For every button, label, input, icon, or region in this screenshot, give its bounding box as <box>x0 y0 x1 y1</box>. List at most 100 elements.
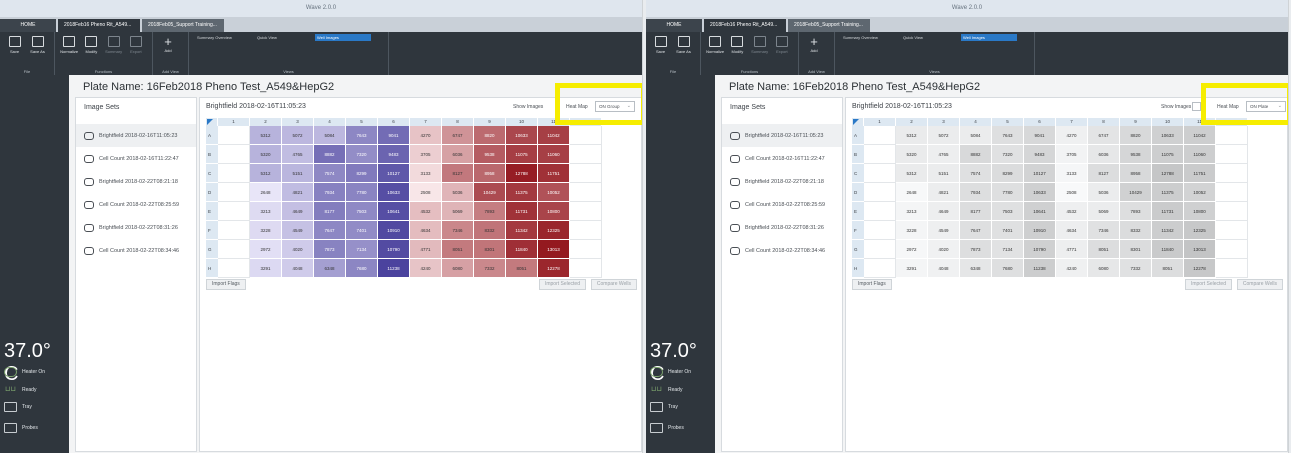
row-header[interactable]: E <box>206 202 218 221</box>
view-option-1[interactable]: Quick View <box>255 34 311 41</box>
well-cell[interactable]: 7934 <box>314 183 346 202</box>
well-cell[interactable]: 7574 <box>314 164 346 183</box>
modify-button[interactable]: Modify <box>727 36 747 54</box>
well-cell[interactable] <box>1216 259 1248 278</box>
well-cell[interactable]: 7934 <box>960 183 992 202</box>
well-cell[interactable]: 5084 <box>960 126 992 145</box>
well-cell[interactable] <box>218 202 250 221</box>
modify-button[interactable]: Modify <box>81 36 101 54</box>
image-set-item[interactable]: Brightfield 2018-02-22T08:31:26 <box>722 216 842 239</box>
well-cell[interactable]: 7503 <box>346 202 378 221</box>
sidebar-status-1[interactable]: ⊔⊔ Ready <box>650 385 682 395</box>
well-cell[interactable]: 4821 <box>282 183 314 202</box>
well-cell[interactable]: 12788 <box>506 164 538 183</box>
column-header[interactable]: 4 <box>960 118 992 126</box>
well-cell[interactable]: 10790 <box>1024 240 1056 259</box>
well-cell[interactable]: 7320 <box>346 145 378 164</box>
column-header[interactable]: 6 <box>1024 118 1056 126</box>
well-cell[interactable]: 11238 <box>378 259 410 278</box>
well-cell[interactable]: 4634 <box>1056 221 1088 240</box>
summary-button[interactable]: Summary <box>104 36 124 54</box>
well-cell[interactable]: 5312 <box>250 126 282 145</box>
well-cell[interactable]: 4649 <box>282 202 314 221</box>
show-images-checkbox[interactable] <box>1192 102 1201 111</box>
well-cell[interactable]: 9041 <box>1024 126 1056 145</box>
well-cell[interactable]: 4771 <box>410 240 442 259</box>
well-cell[interactable]: 12325 <box>538 221 570 240</box>
row-header[interactable]: D <box>852 183 864 202</box>
sidebar-status-1[interactable]: ⊔⊔ Ready <box>4 385 36 395</box>
well-cell[interactable] <box>864 202 896 221</box>
import-selected-button[interactable]: Import Selected <box>538 279 586 290</box>
well-cell[interactable]: 2972 <box>896 240 928 259</box>
well-cell[interactable]: 6080 <box>442 259 474 278</box>
well-cell[interactable]: 8882 <box>960 145 992 164</box>
well-cell[interactable]: 10641 <box>378 202 410 221</box>
well-cell[interactable]: 9538 <box>1120 145 1152 164</box>
well-cell[interactable]: 4634 <box>410 221 442 240</box>
well-cell[interactable]: 10633 <box>1024 183 1056 202</box>
well-cell[interactable] <box>570 126 602 145</box>
well-cell[interactable] <box>570 183 602 202</box>
well-cell[interactable] <box>864 221 896 240</box>
well-cell[interactable]: 8127 <box>442 164 474 183</box>
well-cell[interactable]: 12278 <box>538 259 570 278</box>
well-cell[interactable] <box>864 126 896 145</box>
well-cell[interactable]: 4240 <box>1056 259 1088 278</box>
well-cell[interactable]: 5320 <box>896 145 928 164</box>
select-all-corner[interactable] <box>852 118 864 126</box>
well-cell[interactable]: 10633 <box>378 183 410 202</box>
well-cell[interactable]: 6348 <box>960 259 992 278</box>
row-header[interactable]: F <box>206 221 218 240</box>
well-cell[interactable] <box>1216 240 1248 259</box>
well-cell[interactable]: 6036 <box>1088 145 1120 164</box>
well-cell[interactable]: 12325 <box>1184 221 1216 240</box>
column-header[interactable]: 2 <box>250 118 282 126</box>
well-cell[interactable]: 11042 <box>538 126 570 145</box>
well-cell[interactable]: 10429 <box>474 183 506 202</box>
well-cell[interactable]: 10910 <box>378 221 410 240</box>
well-cell[interactable] <box>864 164 896 183</box>
column-header[interactable]: 1 <box>864 118 896 126</box>
image-set-item[interactable]: Cell Count 2018-02-16T11:22:47 <box>722 147 842 170</box>
well-cell[interactable] <box>218 164 250 183</box>
well-cell[interactable]: 4765 <box>282 145 314 164</box>
column-header[interactable]: 8 <box>442 118 474 126</box>
well-cell[interactable]: 5072 <box>282 126 314 145</box>
well-cell[interactable]: 9483 <box>1024 145 1056 164</box>
well-cell[interactable]: 4020 <box>282 240 314 259</box>
well-cell[interactable]: 4270 <box>1056 126 1088 145</box>
well-cell[interactable]: 7780 <box>992 183 1024 202</box>
well-cell[interactable]: 7647 <box>960 221 992 240</box>
view-option-0[interactable]: Summary Overview <box>195 34 251 41</box>
well-cell[interactable]: 8332 <box>1120 221 1152 240</box>
well-cell[interactable]: 3291 <box>896 259 928 278</box>
row-header[interactable]: E <box>852 202 864 221</box>
column-header[interactable]: 5 <box>346 118 378 126</box>
image-set-item[interactable]: Cell Count 2018-02-16T11:22:47 <box>76 147 196 170</box>
well-cell[interactable]: 4549 <box>282 221 314 240</box>
well-cell[interactable]: 11840 <box>1152 240 1184 259</box>
well-cell[interactable]: 2972 <box>250 240 282 259</box>
well-cell[interactable]: 10052 <box>1184 183 1216 202</box>
well-cell[interactable] <box>218 240 250 259</box>
import-selected-button[interactable]: Import Selected <box>1184 279 1232 290</box>
well-cell[interactable]: 3133 <box>410 164 442 183</box>
well-cell[interactable] <box>1216 126 1248 145</box>
well-cell[interactable]: 6747 <box>1088 126 1120 145</box>
well-cell[interactable]: 7134 <box>992 240 1024 259</box>
row-header[interactable]: A <box>852 126 864 145</box>
column-header[interactable]: 7 <box>410 118 442 126</box>
well-cell[interactable]: 13013 <box>538 240 570 259</box>
image-set-item[interactable]: Brightfield 2018-02-16T11:05:23 <box>76 124 196 147</box>
summary-button[interactable]: Summary <box>750 36 770 54</box>
well-cell[interactable]: 2508 <box>1056 183 1088 202</box>
column-header[interactable]: 10 <box>506 118 538 126</box>
well-cell[interactable]: 10910 <box>1024 221 1056 240</box>
well-cell[interactable]: 7643 <box>346 126 378 145</box>
well-cell[interactable]: 7401 <box>992 221 1024 240</box>
well-cell[interactable]: 11075 <box>506 145 538 164</box>
tab-1[interactable]: 2018Feb16 Pheno Rit_A549... <box>704 19 786 32</box>
save-button[interactable]: Save <box>650 36 671 54</box>
well-cell[interactable]: 2508 <box>410 183 442 202</box>
